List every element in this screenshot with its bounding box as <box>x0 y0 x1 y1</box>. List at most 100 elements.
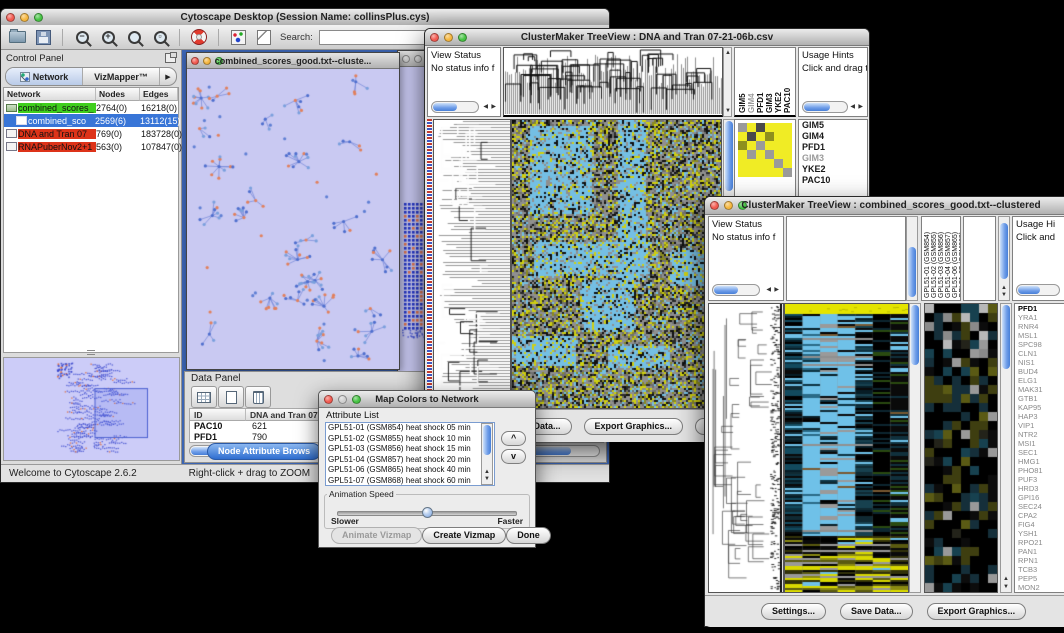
search-input[interactable] <box>319 30 429 45</box>
gene-label[interactable]: NIS1 <box>1015 358 1064 367</box>
gene-label[interactable]: PFD1 <box>799 142 867 153</box>
save-session-button[interactable] <box>33 28 53 46</box>
scroll-down-icon[interactable] <box>1001 292 1007 298</box>
tv1-footer-button[interactable]: Export Graphics... <box>584 418 684 435</box>
tv1-heatmap[interactable] <box>511 119 722 409</box>
gene-label[interactable]: GIM3 <box>799 153 867 164</box>
gene-label[interactable]: MAK31 <box>1015 385 1064 394</box>
network-row[interactable]: combined_scores_ 2764(0) 16218(0) <box>4 101 178 114</box>
gene-label[interactable]: CPA2 <box>1015 511 1064 520</box>
gene-label[interactable]: YSH1 <box>1015 529 1064 538</box>
zoom-in-button[interactable]: + <box>98 28 118 46</box>
tv1-column-dendrogram-canvas[interactable] <box>504 48 722 114</box>
scroll-down-icon[interactable] <box>484 476 490 482</box>
tv2-heatmap[interactable] <box>784 303 909 593</box>
float-panel-icon[interactable] <box>165 53 176 63</box>
birdseye-overview-canvas[interactable] <box>3 357 180 461</box>
scroll-down-icon[interactable] <box>1003 584 1009 590</box>
tv1-slim-vscrollbar[interactable] <box>723 47 732 117</box>
move-down-button[interactable]: v <box>501 449 526 464</box>
tv2-footer-button[interactable]: Export Graphics... <box>927 603 1027 620</box>
gene-label[interactable]: RNR4 <box>1015 322 1064 331</box>
tv2-zoom-vscrollbar[interactable] <box>1000 303 1012 593</box>
slider-thumb[interactable] <box>422 507 433 518</box>
tv2-heatmap-canvas[interactable] <box>785 304 908 592</box>
panel-splitter[interactable] <box>1 350 181 355</box>
main-title-bar[interactable]: Cytoscape Desktop (Session Name: collins… <box>1 9 609 26</box>
gene-label[interactable]: PAC10 <box>799 175 867 186</box>
network-window-title-bar[interactable]: combined_scores_good.txt--cluste... <box>187 53 399 69</box>
usage-hscrollbar[interactable] <box>1016 284 1060 296</box>
node-attribute-browser-tab[interactable]: Node Attribute Brows <box>207 443 321 460</box>
tv2-footer-button[interactable]: Save Data... <box>840 603 913 620</box>
scroll-thumb[interactable] <box>1002 305 1010 369</box>
vizmapper-icon[interactable] <box>228 28 248 46</box>
delete-attribute-button[interactable] <box>245 386 271 408</box>
gene-label[interactable]: NTR2 <box>1015 430 1064 439</box>
help-lifesaver-icon[interactable] <box>189 28 209 46</box>
treeview1-title-bar[interactable]: ClusterMaker TreeView : DNA and Tran 07-… <box>425 29 869 46</box>
minimize-icon[interactable] <box>414 55 422 63</box>
attribute-list-item[interactable]: GPL51-01 (GSM854) heat shock 05 min <box>326 423 494 434</box>
usage-hscrollbar[interactable] <box>802 101 848 113</box>
scroll-thumb[interactable] <box>1000 223 1008 279</box>
tv1-row-dendrogram[interactable] <box>433 119 511 409</box>
scroll-up-icon[interactable] <box>725 50 731 56</box>
view-status-hscrollbar[interactable] <box>431 101 479 113</box>
scroll-thumb[interactable] <box>483 425 491 455</box>
gene-label[interactable]: PUF3 <box>1015 475 1064 484</box>
gene-label[interactable]: PHO81 <box>1015 466 1064 475</box>
network-row[interactable]: combined_sco 2569(6) 13112(15) <box>4 114 178 127</box>
gene-label[interactable]: RPN1 <box>1015 556 1064 565</box>
gene-label[interactable]: PEP5 <box>1015 574 1064 583</box>
tv1-heatmap-canvas[interactable] <box>512 120 721 408</box>
attribute-list-item[interactable]: GPL51-07 (GSM868) heat shock 60 min <box>326 476 494 487</box>
gene-label[interactable]: KAP95 <box>1015 403 1064 412</box>
gene-label[interactable]: HAP3 <box>1015 412 1064 421</box>
gene-label[interactable]: PFD1 <box>1015 304 1064 313</box>
network-row[interactable]: RNAPuberNov2+1 563(0) 107847(0) <box>4 140 178 153</box>
scroll-down-icon[interactable] <box>725 108 731 114</box>
zoom-fit-button[interactable] <box>124 28 144 46</box>
gene-label[interactable]: TCB3 <box>1015 565 1064 574</box>
tv2-row-dendrogram[interactable] <box>708 303 784 593</box>
scroll-left-icon[interactable] <box>850 104 855 110</box>
dialog-title-bar[interactable]: Map Colors to Network <box>319 391 535 408</box>
gene-label[interactable]: MSL1 <box>1015 331 1064 340</box>
tv1-row-dendrogram-canvas[interactable] <box>434 120 510 408</box>
scroll-right-icon[interactable] <box>491 104 496 110</box>
tv2-zoom-heatmap[interactable] <box>924 303 998 593</box>
gene-label[interactable]: GIM5 <box>799 120 867 131</box>
tv2-heatmap-vscrollbar[interactable] <box>909 303 921 593</box>
select-attributes-button[interactable] <box>191 386 217 408</box>
gene-label[interactable]: PAN1 <box>1015 547 1064 556</box>
scroll-right-icon[interactable] <box>774 287 779 293</box>
scroll-up-icon[interactable] <box>1001 285 1007 291</box>
attribute-list[interactable]: GPL51-01 (GSM854) heat shock 05 min GPL51… <box>325 422 495 486</box>
network-graph-canvas[interactable] <box>187 69 397 368</box>
tv1-global-matrix[interactable] <box>738 123 792 177</box>
gene-label[interactable]: MON2 <box>1015 583 1064 592</box>
scroll-thumb[interactable] <box>725 121 733 191</box>
gene-label[interactable]: HRD3 <box>1015 484 1064 493</box>
tv2-top-vscrollbar[interactable] <box>906 216 918 301</box>
attribute-list-vscrollbar[interactable] <box>481 423 493 485</box>
tv1-column-dendrogram[interactable] <box>503 47 723 117</box>
tv2-column-dendrogram-area[interactable] <box>786 216 906 301</box>
view-status-hscrollbar[interactable] <box>712 284 760 296</box>
gene-label[interactable]: CLN1 <box>1015 349 1064 358</box>
zoom-out-button[interactable]: − <box>72 28 92 46</box>
move-up-button[interactable]: ^ <box>501 431 526 446</box>
gene-label[interactable]: GIM4 <box>799 131 867 142</box>
attribute-list-item[interactable]: GPL51-04 (GSM857) heat shock 20 min <box>326 455 494 466</box>
speed-slider[interactable] <box>337 511 517 516</box>
tv2-zoom-heatmap-canvas[interactable] <box>925 304 997 592</box>
tab-vizmapper[interactable]: VizMapper™ <box>83 68 160 85</box>
network-row[interactable]: DNA and Tran 07 769(0) 183728(0) <box>4 127 178 140</box>
gene-label[interactable]: HMG1 <box>1015 457 1064 466</box>
gene-label[interactable]: VIP1 <box>1015 421 1064 430</box>
tab-overflow-icon[interactable] <box>160 68 176 85</box>
attribute-list-item[interactable]: GPL51-06 (GSM865) heat shock 40 min <box>326 465 494 476</box>
gene-label[interactable]: GPI16 <box>1015 493 1064 502</box>
treeview2-title-bar[interactable]: ClusterMaker TreeView : combined_scores_… <box>705 197 1064 215</box>
